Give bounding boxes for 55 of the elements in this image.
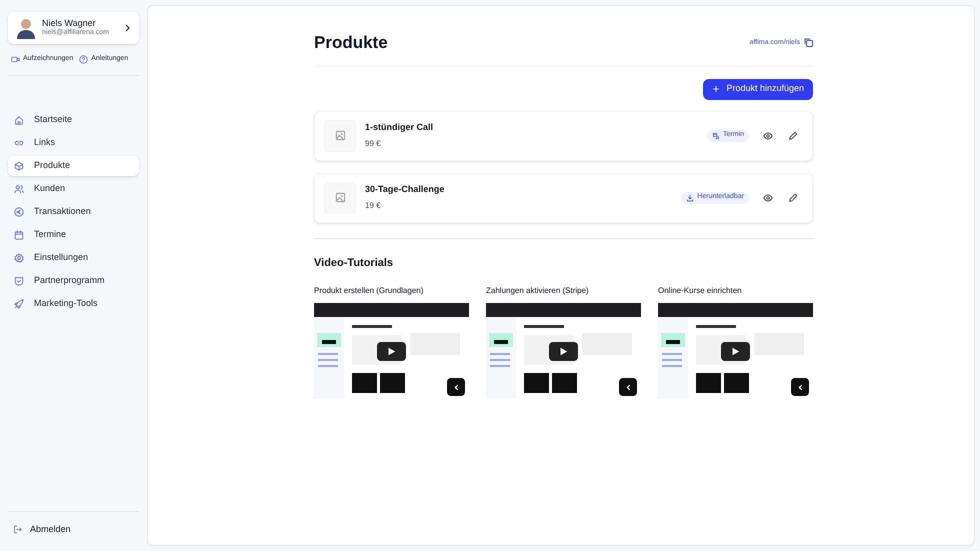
nav-item[interactable]: Einstellungen	[8, 248, 139, 268]
calendar-users-icon	[712, 132, 720, 140]
rocket-icon	[14, 298, 24, 308]
video-title: Zahlungen aktivieren (Stripe)	[486, 285, 590, 297]
avatar-icon	[16, 17, 36, 39]
chevron-left-icon	[624, 384, 632, 390]
nav-item[interactable]: Startseite	[8, 110, 139, 130]
nav-item[interactable]: Transaktionen	[8, 202, 139, 222]
page-title: Produkte	[314, 32, 388, 54]
image-icon	[334, 130, 346, 141]
product-name: 30-Tage-Challenge	[365, 182, 446, 196]
play-button[interactable]	[549, 342, 578, 361]
eye-icon[interactable]	[763, 130, 773, 140]
chevron-left-icon	[796, 384, 804, 390]
shield-icon	[14, 276, 24, 286]
help-icon	[79, 54, 88, 64]
nav-item[interactable]: Termine	[8, 224, 139, 244]
previous-button[interactable]	[791, 378, 809, 396]
video-title: Online-Kurse einrichten	[658, 285, 743, 297]
nav-item[interactable]: Partnerprogramm	[8, 270, 139, 290]
pencil-icon[interactable]	[788, 130, 798, 140]
plus-icon	[712, 85, 720, 93]
previous-button[interactable]	[619, 378, 637, 396]
eye-icon[interactable]	[763, 192, 773, 202]
play-icon	[559, 347, 568, 356]
box-icon	[14, 160, 24, 170]
product-name: 1-stündiger Call	[365, 120, 434, 134]
play-button[interactable]	[721, 342, 750, 361]
copy-icon[interactable]	[804, 38, 813, 48]
section-title: Video-Tutorials	[314, 256, 394, 270]
nav-item[interactable]: Produkte	[8, 156, 139, 176]
play-button[interactable]	[377, 342, 406, 361]
nav-item[interactable]: Links	[8, 132, 139, 152]
logout-icon	[13, 524, 22, 534]
chevron-left-icon	[452, 384, 460, 390]
add-product-button[interactable]: Produkt hinzufügen	[703, 78, 813, 100]
play-icon	[387, 347, 396, 356]
play-icon	[731, 347, 740, 356]
video-title: Produkt erstellen (Grundlagen)	[314, 285, 424, 297]
user-name: Niels Wagner	[42, 18, 96, 29]
product-price: 19 €	[365, 200, 382, 212]
logout-button[interactable]: Abmelden	[13, 520, 71, 539]
chevron-right-icon[interactable]	[125, 24, 131, 32]
image-icon	[334, 192, 346, 203]
product-price: 99 €	[365, 138, 382, 150]
previous-button[interactable]	[447, 378, 465, 396]
nav-item[interactable]: Marketing-Tools	[8, 294, 139, 314]
pencil-icon[interactable]	[788, 192, 798, 202]
settings-icon	[14, 252, 24, 262]
home-icon	[14, 114, 24, 124]
nav-item[interactable]: Kunden	[8, 178, 139, 198]
users-icon	[14, 184, 24, 194]
calendar-icon	[14, 230, 24, 240]
download-icon	[686, 194, 694, 202]
video-camera-icon	[11, 54, 20, 64]
